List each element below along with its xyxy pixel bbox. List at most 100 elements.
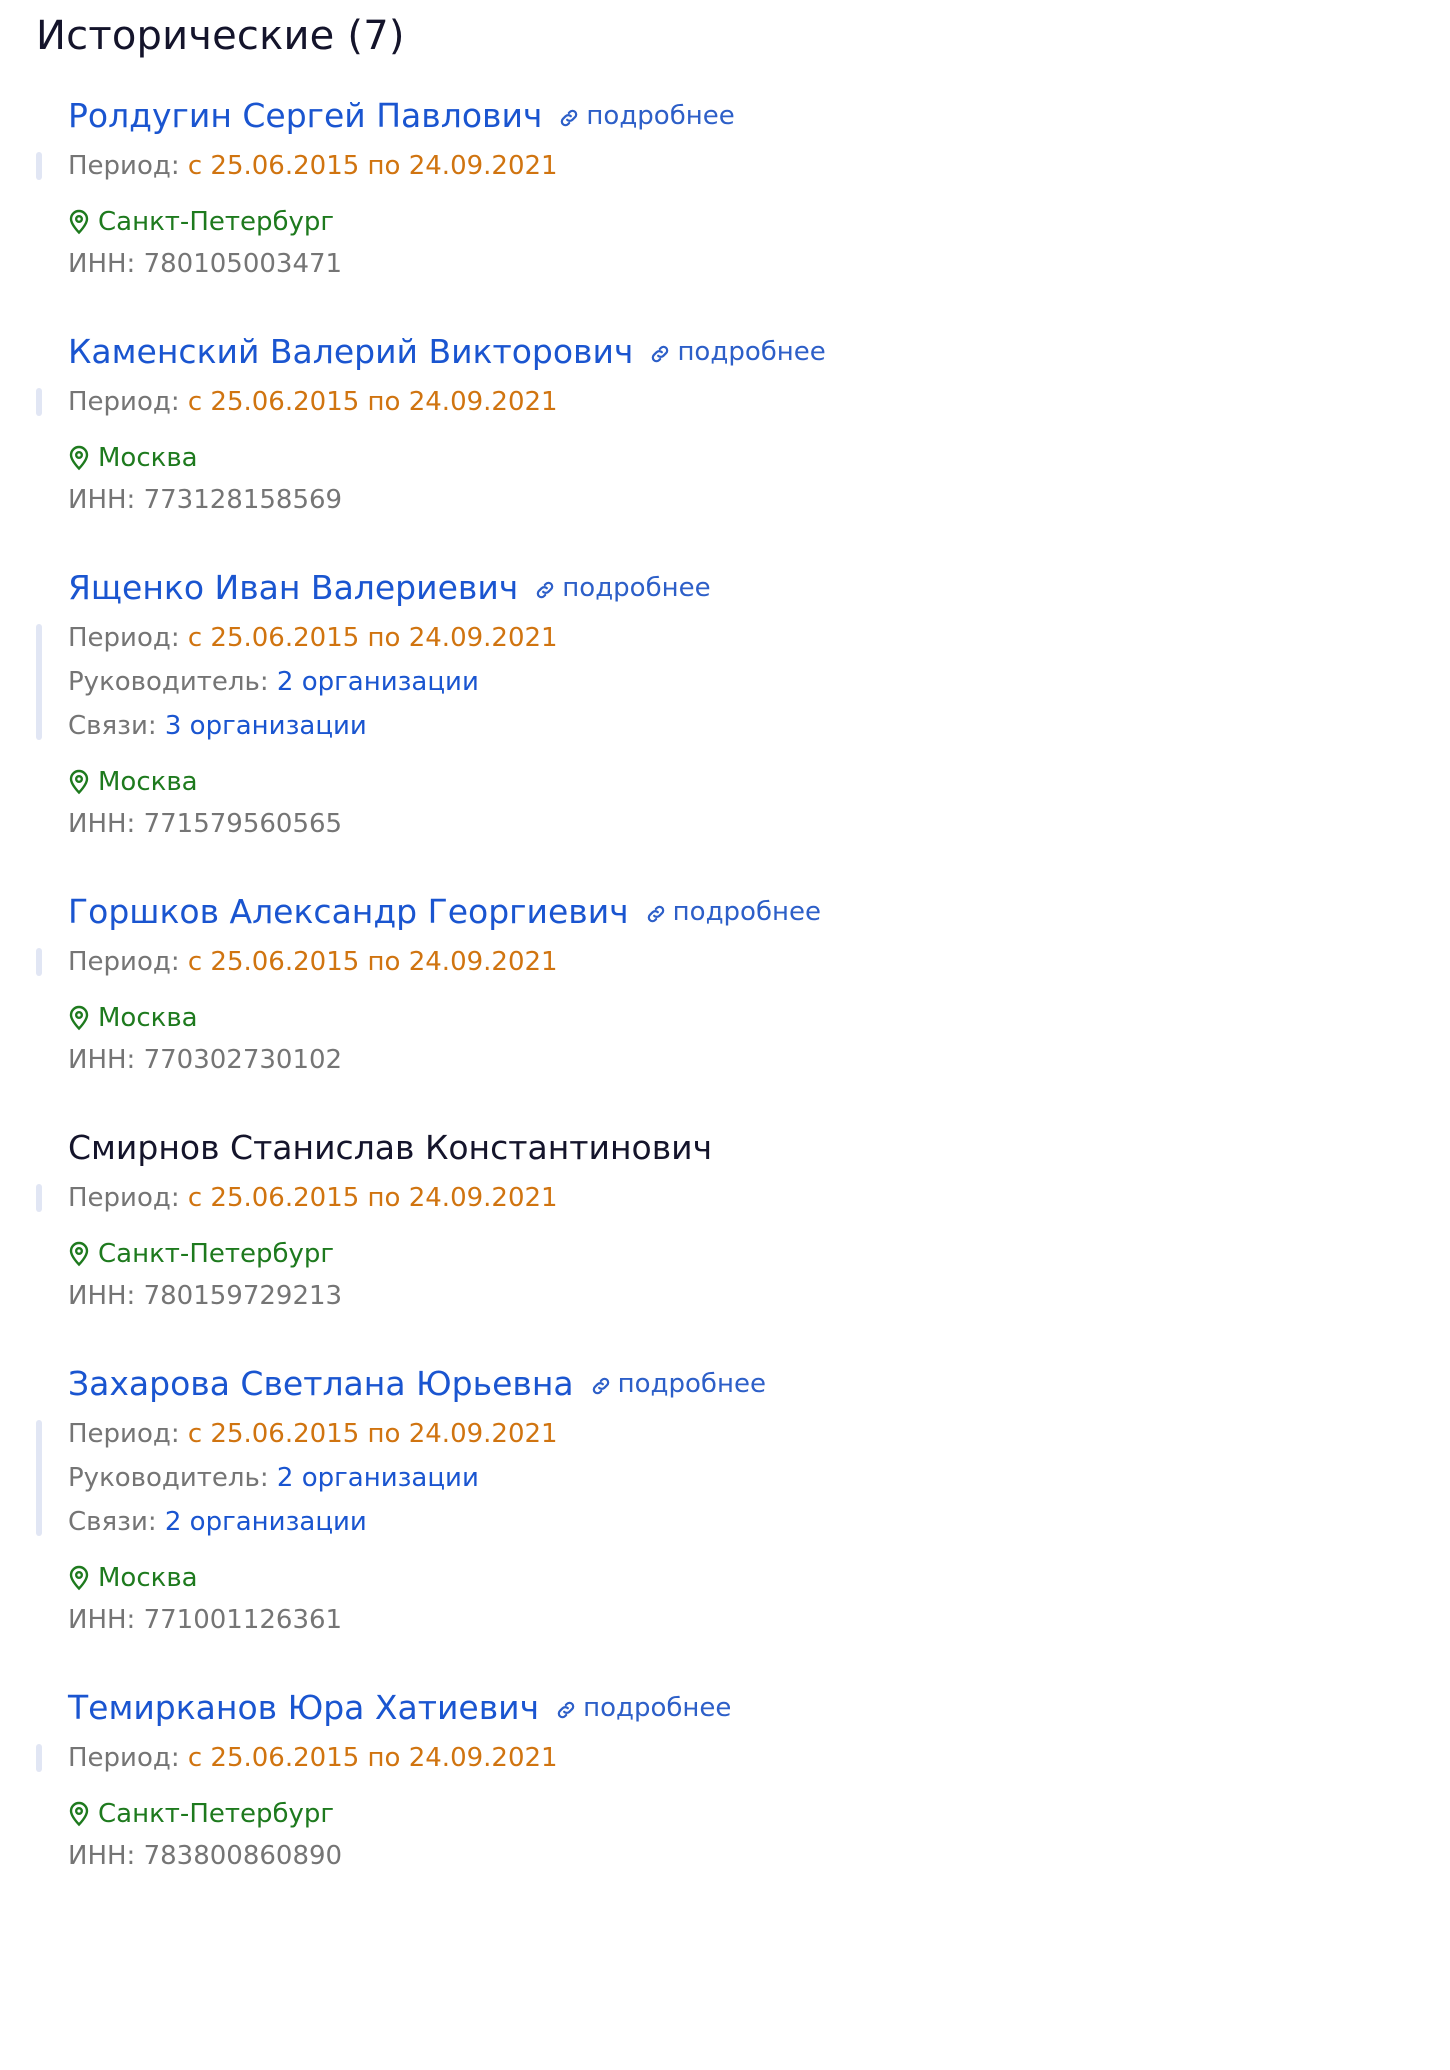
person-header: Каменский Валерий Викторович подробнее [68,324,1450,380]
person-name: Смирнов Станислав Константинович [68,1128,713,1167]
person-header: Захарова Светлана Юрьевна подробнее [68,1356,1450,1412]
more-label: подробнее [677,337,826,367]
location-pin-icon [69,445,89,471]
person-details: Период: с 25.06.2015 по 24.09.2021 [36,380,1450,424]
period-line: Период: с 25.06.2015 по 24.09.2021 [68,380,1450,424]
person-name-link[interactable]: Темирканов Юра Хатиевич [68,1680,539,1736]
period-label: Период: [68,947,180,977]
period-label: Период: [68,387,180,417]
period-value: с 25.06.2015 по 24.09.2021 [187,1743,558,1773]
inn-label: ИНН: [68,1045,136,1075]
person-card: Захарова Светлана Юрьевна подробнее Пери… [36,1356,1450,1642]
period-label: Период: [68,1743,180,1773]
location-pin-icon [69,1241,89,1267]
inn-value: 780159729213 [143,1281,343,1311]
links-line: Связи: 2 организации [68,1500,1450,1544]
head-orgs-link[interactable]: 2 организации [277,667,479,697]
person-card: Темирканов Юра Хатиевич подробнее Период… [36,1680,1450,1878]
inn-row: ИНН: 780159729213 [68,1274,1450,1318]
inn-label: ИНН: [68,1605,136,1635]
person-header: Ролдугин Сергей Павлович подробнее [68,88,1450,144]
more-label: подробнее [583,1693,732,1723]
person-details: Период: с 25.06.2015 по 24.09.2021 Руков… [36,1412,1450,1544]
period-label: Период: [68,1183,180,1213]
location-pin-icon [69,1801,89,1827]
link-icon [647,905,664,923]
inn-label: ИНН: [68,1281,136,1311]
city-name: Москва [98,1003,198,1033]
inn-value: 783800860890 [143,1841,343,1871]
inn-label: ИНН: [68,1841,136,1871]
city-name: Москва [98,767,198,797]
link-icon [561,109,578,127]
inn-value: 771579560565 [143,809,343,839]
person-card: Ролдугин Сергей Павлович подробнее Перио… [36,88,1450,286]
inn-label: ИНН: [68,809,136,839]
person-name-link[interactable]: Каменский Валерий Викторович [68,324,633,380]
links-orgs-link[interactable]: 3 организации [165,711,367,741]
person-header: Темирканов Юра Хатиевич подробнее [68,1680,1450,1736]
period-label: Период: [68,1419,180,1449]
inn-value: 773128158569 [143,485,343,515]
more-label: подробнее [586,101,735,131]
section-title: Исторические (7) [36,13,405,59]
more-link[interactable]: подробнее [534,560,711,616]
person-details: Период: с 25.06.2015 по 24.09.2021 [36,940,1450,984]
period-value: с 25.06.2015 по 24.09.2021 [187,387,558,417]
historical-section: Исторические (7) Ролдугин Сергей Павлови… [0,0,1450,1878]
more-link[interactable]: подробнее [555,1680,731,1736]
links-orgs-link[interactable]: 2 организации [165,1507,367,1537]
person-card: Смирнов Станислав Константинович Период:… [36,1120,1450,1318]
city-row: Санкт-Петербург [68,1234,1450,1274]
person-card: Каменский Валерий Викторович подробнее П… [36,324,1450,522]
inn-row: ИНН: 771579560565 [68,802,1450,846]
inn-row: ИНН: 770302730102 [68,1038,1450,1082]
head-label: Руководитель: [68,1463,269,1493]
inn-row: ИНН: 783800860890 [68,1834,1450,1878]
head-label: Руководитель: [68,667,269,697]
link-icon [557,1701,575,1719]
links-label: Связи: [68,711,157,741]
person-header: Горшков Александр Георгиевич подробнее [68,884,1450,940]
city-row: Москва [68,438,1450,478]
head-line: Руководитель: 2 организации [68,660,1450,704]
city-name: Санкт-Петербург [98,1799,335,1829]
more-link[interactable]: подробнее [590,1356,766,1412]
period-value: с 25.06.2015 по 24.09.2021 [187,1183,558,1213]
period-label: Период: [68,623,180,653]
links-label: Связи: [68,1507,157,1537]
link-icon [652,345,669,363]
period-value: с 25.06.2015 по 24.09.2021 [187,623,558,653]
person-name-link[interactable]: Ролдугин Сергей Павлович [68,88,542,144]
inn-value: 771001126361 [143,1605,343,1635]
period-label: Период: [68,151,180,181]
more-link[interactable]: подробнее [558,88,735,144]
more-link[interactable]: подробнее [645,884,821,940]
more-label: подробнее [672,897,821,927]
person-header: Ященко Иван Валериевич подробнее [68,560,1450,616]
person-name-link[interactable]: Горшков Александр Георгиевич [68,884,629,940]
location-pin-icon [69,769,89,795]
head-orgs-link[interactable]: 2 организации [277,1463,479,1493]
person-card: Ященко Иван Валериевич подробнее Период:… [36,560,1450,846]
link-icon [537,581,554,599]
more-link[interactable]: подробнее [649,324,826,380]
person-details: Период: с 25.06.2015 по 24.09.2021 Руков… [36,616,1450,748]
person-details: Период: с 25.06.2015 по 24.09.2021 [36,1736,1450,1780]
inn-label: ИНН: [68,249,136,279]
period-line: Период: с 25.06.2015 по 24.09.2021 [68,1412,1450,1456]
period-line: Период: с 25.06.2015 по 24.09.2021 [68,1176,1450,1220]
city-row: Санкт-Петербург [68,202,1450,242]
city-row: Москва [68,1558,1450,1598]
city-name: Москва [98,1563,198,1593]
period-value: с 25.06.2015 по 24.09.2021 [187,1419,558,1449]
city-row: Москва [68,998,1450,1038]
inn-label: ИНН: [68,485,136,515]
person-name-link[interactable]: Захарова Светлана Юрьевна [68,1356,574,1412]
links-line: Связи: 3 организации [68,704,1450,748]
inn-row: ИНН: 773128158569 [68,478,1450,522]
period-line: Период: с 25.06.2015 по 24.09.2021 [68,940,1450,984]
person-name-link[interactable]: Ященко Иван Валериевич [68,560,518,616]
city-row: Москва [68,762,1450,802]
city-row: Санкт-Петербург [68,1794,1450,1834]
